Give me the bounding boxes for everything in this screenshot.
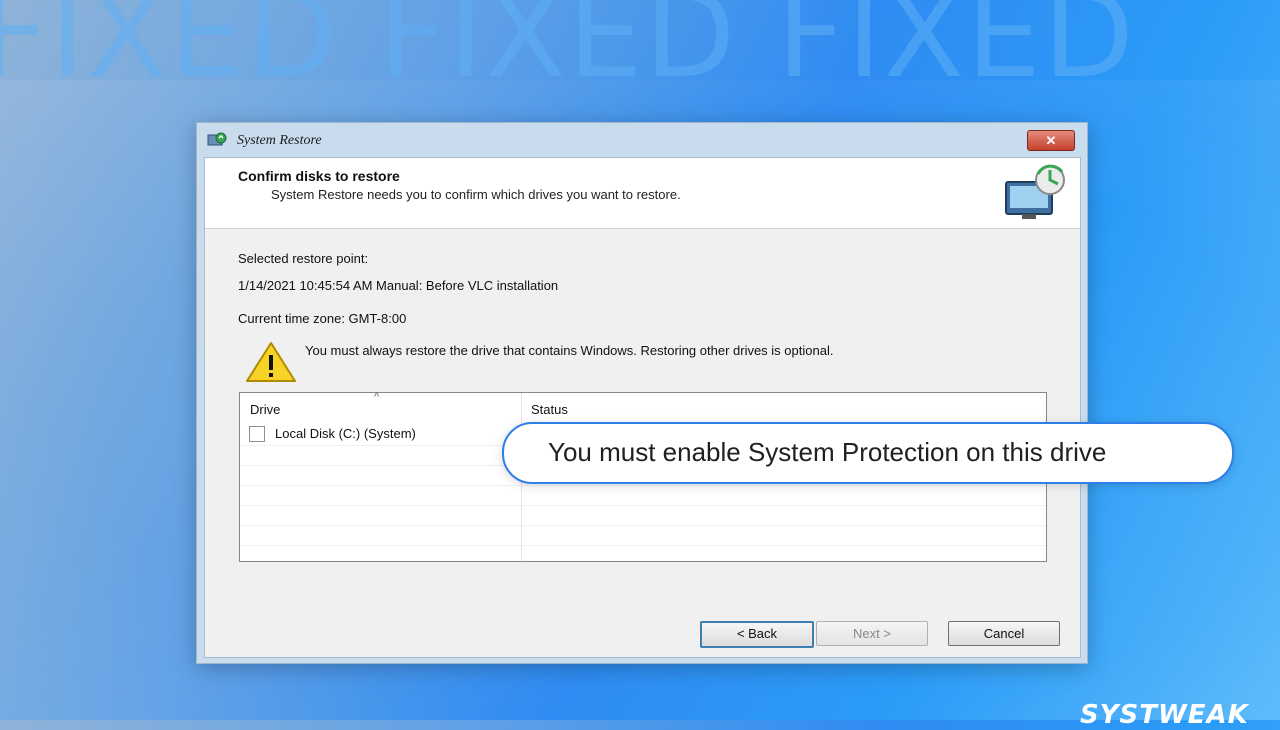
callout-text: You must enable System Protection on thi… [548, 437, 1107, 467]
warning-text: You must always restore the drive that c… [305, 343, 834, 358]
timezone-label: Current time zone: GMT-8:00 [238, 311, 407, 326]
window-title: System Restore [237, 133, 322, 148]
cancel-button[interactable]: Cancel [948, 621, 1060, 646]
restore-point-value: 1/14/2021 10:45:54 AM Manual: Before VLC… [238, 278, 559, 293]
selected-point-label: Selected restore point: [238, 251, 369, 266]
row-separator [240, 485, 1046, 486]
callout-bubble: You must enable System Protection on thi… [502, 422, 1234, 484]
brand-logo: SYSTWEAK [1080, 700, 1249, 730]
drive-name: Local Disk (C:) (System) [275, 426, 416, 441]
column-header-drive[interactable]: Drive [240, 393, 521, 421]
close-button[interactable]: ✕ [1027, 130, 1075, 151]
warning-icon [246, 342, 296, 382]
drive-checkbox[interactable] [249, 426, 265, 442]
sort-arrow-icon: ^ [374, 391, 380, 403]
header-subtitle: System Restore needs you to confirm whic… [271, 187, 681, 202]
row-separator [240, 525, 1046, 526]
row-separator [240, 505, 1046, 506]
back-button[interactable]: < Back [700, 621, 814, 648]
header-title: Confirm disks to restore [238, 168, 400, 184]
table-row[interactable]: Local Disk (C:) (System) [240, 424, 521, 444]
system-restore-icon [207, 132, 227, 146]
computer-restore-icon [1005, 164, 1065, 219]
column-header-status[interactable]: Status [521, 393, 1046, 421]
title-bar[interactable]: System Restore ✕ [197, 123, 1087, 157]
row-separator [240, 545, 1046, 546]
dialog-header: Confirm disks to restore System Restore … [205, 158, 1080, 229]
system-restore-window: System Restore ✕ Confirm disks to restor… [196, 122, 1088, 664]
dialog-body: Confirm disks to restore System Restore … [204, 157, 1081, 658]
next-button[interactable]: Next > [816, 621, 928, 646]
